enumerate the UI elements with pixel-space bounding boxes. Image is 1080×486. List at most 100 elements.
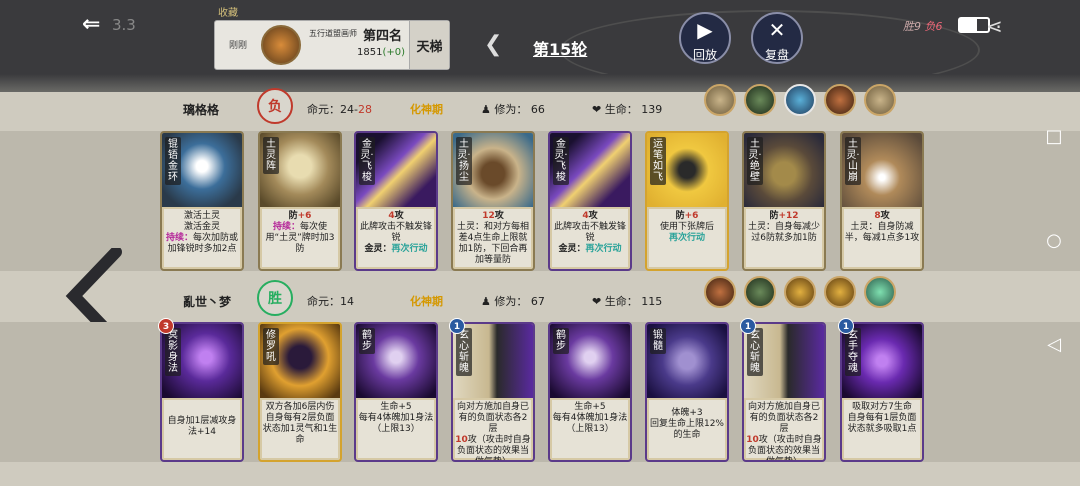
ladder-button[interactable]: 天梯 — [409, 21, 449, 69]
card-desc: 8攻 土灵：自身防减半，每减1点多1攻 — [844, 209, 920, 267]
desc-line: 激活金灵 — [183, 222, 220, 232]
card-desc: 4攻 此牌攻击不触发锋锐 金灵：再次行动 — [358, 209, 434, 267]
avatar[interactable] — [824, 84, 856, 116]
keyword: 金灵： — [558, 244, 586, 254]
card-desc: 生命+5 每有4体魄加1身法（上限13） — [552, 400, 628, 458]
card[interactable]: 土灵阵 防+6 持续：每次使用“土灵”牌时加3防 — [258, 131, 342, 271]
card[interactable]: 鹤步 生命+5 每有4体魄加1身法（上限13） — [548, 322, 632, 462]
card-name: 锟铻金环 — [165, 137, 181, 185]
card[interactable]: 土灵·扬尘 12攻 土灵：和对方每相差4点生命上限就加1防，下回合再加等量防 — [451, 131, 535, 271]
cultivation-label: 修为： — [494, 103, 528, 116]
top-realm: 化神期 — [410, 103, 443, 116]
card[interactable]: 玄心斩魄 向对方施加自身已有的负面状态各2层 10攻（攻击时自身负面状态的效果当做… — [451, 322, 535, 462]
desc-line: 自身每有2层负面状态加1灵气和1生命 — [262, 413, 338, 445]
card[interactable]: 修罗吼 双方各加6层内伤 自身每有2层负面状态加1灵气和1生命 — [258, 322, 342, 462]
desc-line: 攻 — [588, 211, 598, 221]
card-desc: 生命+5 每有4体魄加1身法（上限13） — [358, 400, 434, 458]
replay-label: 回放 — [692, 48, 717, 62]
bottom-cultivation: ♟ 修为： 67 — [481, 293, 545, 309]
avatar[interactable] — [744, 84, 776, 116]
desc-line: 土灵：自身每减少过6防就多加1防 — [747, 222, 820, 243]
prev-round-button[interactable]: ❮ — [484, 32, 502, 57]
card-name: 金灵·飞梭 — [359, 137, 375, 185]
collect-link[interactable]: 收藏 — [218, 4, 238, 19]
card[interactable]: 锻髓 体魄+3 回复生命上限12%的生命 — [645, 322, 729, 462]
desc-line: 攻 — [494, 211, 504, 221]
card-name: 锻髓 — [650, 328, 666, 354]
avatar[interactable] — [864, 84, 896, 116]
card-name: 土灵·扬尘 — [456, 137, 472, 185]
crossed-swords-icon: ✕ — [768, 18, 786, 42]
card-name: 玄心斩魄 — [747, 328, 763, 376]
circle-icon[interactable]: ○ — [1040, 230, 1068, 258]
review-button[interactable]: ✕ 复盘 — [751, 12, 803, 64]
card[interactable]: 土灵·绝壁 防+12 土灵：自身每减少过6防就多加1防 — [742, 131, 826, 271]
avatar[interactable] — [824, 276, 856, 308]
top-player-bar: 璃格格 负 命元：24-28 化神期 ♟ 修为： 66 ❤ 生命： 139 — [155, 84, 925, 124]
replay-button[interactable]: ▶ 回放 — [679, 12, 731, 64]
bottom-player-bar: 亂世丶梦 胜 命元：14 化神期 ♟ 修为： 67 ❤ 生命： 115 — [155, 276, 925, 316]
desc-line: 自身每有1层负面状态就多吸取1点 — [847, 413, 917, 434]
card[interactable]: 金灵·飞梭 4攻 此牌攻击不触发锋锐 金灵：再次行动 — [354, 131, 438, 271]
card[interactable]: 玄心斩魄 向对方施加自身已有的负面状态各2层 10攻（攻击时自身负面状态的效果当做… — [742, 322, 826, 462]
top-player-name: 璃格格 — [183, 103, 220, 117]
card-desc: 自身加1层减攻身法+14 — [164, 400, 240, 458]
back-button[interactable]: ⇐ 3.3 — [82, 12, 136, 38]
life-b: 28 — [357, 103, 372, 116]
avatar[interactable] — [704, 276, 736, 308]
desc-value: 10 — [746, 435, 759, 445]
bottom-player-name: 亂世丶梦 — [183, 295, 232, 309]
card[interactable]: 运笔如飞 防+6 使用下张牌后 再次行动 — [645, 131, 729, 271]
review-label: 复盘 — [764, 48, 789, 62]
bottom-life: 命元：14 — [307, 293, 354, 309]
card[interactable]: 锟铻金环 激活土灵 激活金灵 持续：每次加防或加锋锐时多加2点 — [160, 131, 244, 271]
card[interactable]: 玄手夺魂 吸取对方7生命 自身每有1层负面状态就多吸取1点 — [840, 322, 924, 462]
card-count-badge: 1 — [740, 318, 756, 334]
card-name: 玄心斩魄 — [456, 328, 472, 376]
losses: 负6 — [924, 20, 943, 33]
triangle-icon[interactable]: ◁ — [1040, 334, 1068, 362]
card-desc: 12攻 土灵：和对方每相差4点生命上限就加1防，下回合再加等量防 — [455, 209, 531, 267]
desc-line: 此牌攻击不触发锋锐 — [553, 222, 626, 243]
avatar[interactable] — [704, 84, 736, 116]
person-icon: ♟ — [481, 103, 491, 116]
score-delta: (+0) — [382, 47, 405, 58]
hp-value: 115 — [641, 295, 663, 308]
desc-line: 向对方施加自身已有的负面状态各2层 — [456, 402, 529, 434]
desc-line: 向对方施加自身已有的负面状态各2层 — [747, 402, 820, 434]
card[interactable]: 金灵·飞梭 4攻 此牌攻击不触发锋锐 金灵：再次行动 — [548, 131, 632, 271]
keyword: 持续： — [165, 233, 193, 243]
person-icon: ♟ — [481, 295, 491, 308]
cultivation-value: 67 — [530, 295, 545, 308]
desc-line: 此牌攻击不触发锋锐 — [359, 222, 432, 243]
card-name: 土灵·绝壁 — [747, 137, 763, 185]
desc-value: 10 — [455, 435, 468, 445]
top-hp: ❤ 生命： 139 — [592, 101, 662, 117]
heart-icon: ❤ — [592, 295, 602, 308]
desc-line: 每有4体魄加1身法（上限13） — [358, 413, 434, 434]
desc-line: 再次行动 — [585, 244, 622, 254]
cultivation-label: 修为： — [494, 295, 528, 308]
desc-value: +12 — [778, 211, 799, 221]
avatar[interactable] — [784, 276, 816, 308]
desc-line: 激活土灵 — [183, 211, 220, 221]
score: 1851(+0) — [357, 47, 405, 58]
card[interactable]: 鹤步 生命+5 每有4体魄加1身法（上限13） — [354, 322, 438, 462]
desc-line: 生命+5 — [380, 402, 412, 412]
share-icon[interactable]: ⋖ — [986, 14, 1003, 38]
win-loss: 胜9 负6 — [903, 18, 943, 34]
avatar[interactable] — [864, 276, 896, 308]
card[interactable]: 土灵·山崩 8攻 土灵：自身防减半，每减1点多1攻 — [840, 131, 924, 271]
card[interactable]: 冥影身法 自身加1层减攻身法+14 — [160, 322, 244, 462]
square-icon[interactable]: □ — [1040, 126, 1068, 154]
card-desc: 防+6 使用下张牌后 再次行动 — [649, 209, 725, 267]
life-a: 24 — [340, 103, 354, 116]
card-name: 鹤步 — [553, 328, 569, 354]
back-hint: 3.3 — [112, 16, 136, 34]
card-count-badge: 3 — [158, 318, 174, 334]
avatar[interactable] — [744, 276, 776, 308]
life-value: 14 — [340, 295, 354, 308]
top-cultivation: ♟ 修为： 66 — [481, 101, 545, 117]
card-name: 运笔如飞 — [650, 137, 666, 185]
avatar[interactable] — [784, 84, 816, 116]
